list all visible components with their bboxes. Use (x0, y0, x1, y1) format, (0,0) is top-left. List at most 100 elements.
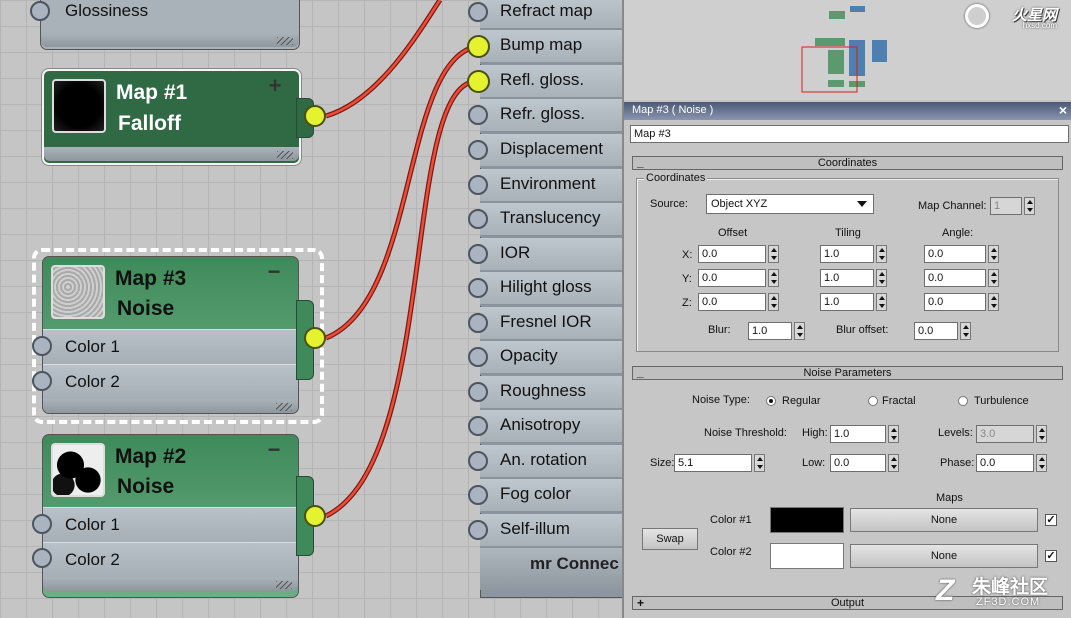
radio-fractal[interactable] (868, 396, 878, 406)
map-name-field[interactable]: Map #3 (630, 125, 1069, 143)
input-row-color1[interactable]: Color 1 (43, 329, 298, 364)
offset-x-field[interactable]: 0.0 (698, 245, 766, 263)
levels-spinner[interactable] (1036, 425, 1047, 443)
input-row-bump-map[interactable]: Bump map (480, 30, 622, 64)
phase-field[interactable]: 0.0 (976, 454, 1034, 472)
self-illum-socket[interactable] (468, 520, 488, 540)
blur-spinner[interactable] (794, 322, 805, 340)
tiling-y-field[interactable]: 1.0 (820, 269, 874, 287)
input-row-color2[interactable]: Color 2 (43, 364, 298, 399)
input-row-color2[interactable]: Color 2 (43, 542, 298, 577)
map2-color2-socket[interactable] (32, 548, 52, 568)
fog-color-socket[interactable] (468, 485, 488, 505)
size-spinner[interactable] (754, 454, 765, 472)
map3-color1-socket[interactable] (32, 336, 52, 356)
fresnel-ior-socket[interactable] (468, 313, 488, 333)
anisotropy-socket[interactable] (468, 416, 488, 436)
offset-y-field[interactable]: 0.0 (698, 269, 766, 287)
tiling-x-spinner[interactable] (876, 245, 887, 263)
environment-socket[interactable] (468, 175, 488, 195)
resize-grip-icon[interactable] (277, 151, 293, 159)
angle-z-field[interactable]: 0.0 (924, 293, 986, 311)
color1-map-checkbox[interactable]: ✓ (1045, 514, 1057, 526)
input-row-roughness[interactable]: Roughness (480, 376, 622, 410)
map-channel-spinner[interactable] (1024, 197, 1035, 215)
radio-turbulence[interactable] (958, 396, 968, 406)
blur-offset-spinner[interactable] (960, 322, 971, 340)
map3-color2-socket[interactable] (32, 371, 52, 391)
map1-output-socket[interactable] (304, 105, 326, 127)
input-row-refract-map[interactable]: Refract map (480, 0, 622, 30)
tiling-z-field[interactable]: 1.0 (820, 293, 874, 311)
input-row-fresnel-ior[interactable]: Fresnel IOR (480, 307, 622, 341)
color2-map-button[interactable]: None (850, 544, 1038, 568)
high-spinner[interactable] (888, 425, 899, 443)
hilight-gloss-socket[interactable] (468, 278, 488, 298)
navigator-panel[interactable]: 火星网 hxsd.com (622, 0, 1071, 100)
ior-socket[interactable] (468, 244, 488, 264)
resize-grip-icon[interactable] (277, 37, 293, 45)
offset-z-field[interactable]: 0.0 (698, 293, 766, 311)
refr-gloss-socket[interactable] (468, 105, 488, 125)
input-row-refl-gloss[interactable]: Refl. gloss. (480, 65, 622, 99)
resize-grip-icon[interactable] (276, 403, 292, 411)
node-map1-falloff[interactable]: Map #1 Falloff + (42, 69, 301, 165)
high-field[interactable]: 1.0 (830, 425, 886, 443)
collapse-icon[interactable]: − (266, 439, 282, 461)
input-row-environment[interactable]: Environment (480, 169, 622, 203)
source-dropdown[interactable]: Object XYZ (706, 194, 874, 214)
angle-x-spinner[interactable] (988, 245, 999, 263)
offset-z-spinner[interactable] (768, 293, 779, 311)
map3-output-socket[interactable] (304, 327, 326, 349)
input-row-opacity[interactable]: Opacity (480, 341, 622, 375)
input-row-self-illum[interactable]: Self-illum (480, 514, 622, 548)
refract-map-socket[interactable] (468, 2, 488, 22)
an-rotation-socket[interactable] (468, 451, 488, 471)
angle-y-field[interactable]: 0.0 (924, 269, 986, 287)
map2-color1-socket[interactable] (32, 514, 52, 534)
refl-gloss-socket[interactable] (467, 70, 490, 93)
input-row-translucency[interactable]: Translucency (480, 203, 622, 237)
angle-y-spinner[interactable] (988, 269, 999, 287)
panel-title-bar[interactable]: Map #3 ( Noise ) × (624, 102, 1071, 120)
input-row-anisotropy[interactable]: Anisotropy (480, 410, 622, 444)
map-channel-field[interactable]: 1 (990, 197, 1022, 215)
translucency-socket[interactable] (468, 209, 488, 229)
input-row-displacement[interactable]: Displacement (480, 134, 622, 168)
noise-parameters-rollout-header[interactable]: _ Noise Parameters (632, 365, 1063, 380)
expand-icon[interactable]: + (267, 75, 283, 97)
input-row-color1[interactable]: Color 1 (43, 507, 298, 542)
low-field[interactable]: 0.0 (830, 454, 886, 472)
close-icon[interactable]: × (1059, 102, 1067, 118)
bump-map-socket[interactable] (467, 35, 490, 58)
phase-spinner[interactable] (1036, 454, 1047, 472)
offset-x-spinner[interactable] (768, 245, 779, 263)
offset-y-spinner[interactable] (768, 269, 779, 287)
color2-map-checkbox[interactable]: ✓ (1045, 550, 1057, 562)
input-row-refr-gloss[interactable]: Refr. gloss. (480, 99, 622, 133)
tiling-y-spinner[interactable] (876, 269, 887, 287)
size-field[interactable]: 5.1 (674, 454, 752, 472)
map2-output-socket[interactable] (304, 505, 326, 527)
resize-grip-icon[interactable] (276, 581, 292, 589)
color1-map-button[interactable]: None (850, 508, 1038, 532)
tiling-x-field[interactable]: 1.0 (820, 245, 874, 263)
collapse-icon[interactable]: − (266, 261, 282, 283)
color1-swatch[interactable] (770, 507, 844, 533)
input-row-hilight-gloss[interactable]: Hilight gloss (480, 272, 622, 306)
node-map3-noise[interactable]: Map #3 Noise − Color 1 Color 2 (42, 256, 299, 414)
color2-swatch[interactable] (770, 543, 844, 569)
glossiness-input-socket[interactable] (30, 1, 50, 21)
coordinates-rollout-header[interactable]: _ Coordinates (632, 155, 1063, 170)
blur-offset-field[interactable]: 0.0 (914, 322, 958, 340)
tiling-z-spinner[interactable] (876, 293, 887, 311)
displacement-socket[interactable] (468, 140, 488, 160)
input-row-ior[interactable]: IOR (480, 238, 622, 272)
node-graph-view[interactable]: Glossiness Map #1 Falloff + Map #3 Noise… (0, 0, 622, 618)
node-map2-noise[interactable]: Map #2 Noise − Color 1 Color 2 (42, 434, 299, 598)
swap-button[interactable]: Swap (642, 528, 698, 550)
roughness-socket[interactable] (468, 382, 488, 402)
levels-field[interactable]: 3.0 (976, 425, 1034, 443)
top-node[interactable]: Glossiness (30, 0, 300, 50)
low-spinner[interactable] (888, 454, 899, 472)
